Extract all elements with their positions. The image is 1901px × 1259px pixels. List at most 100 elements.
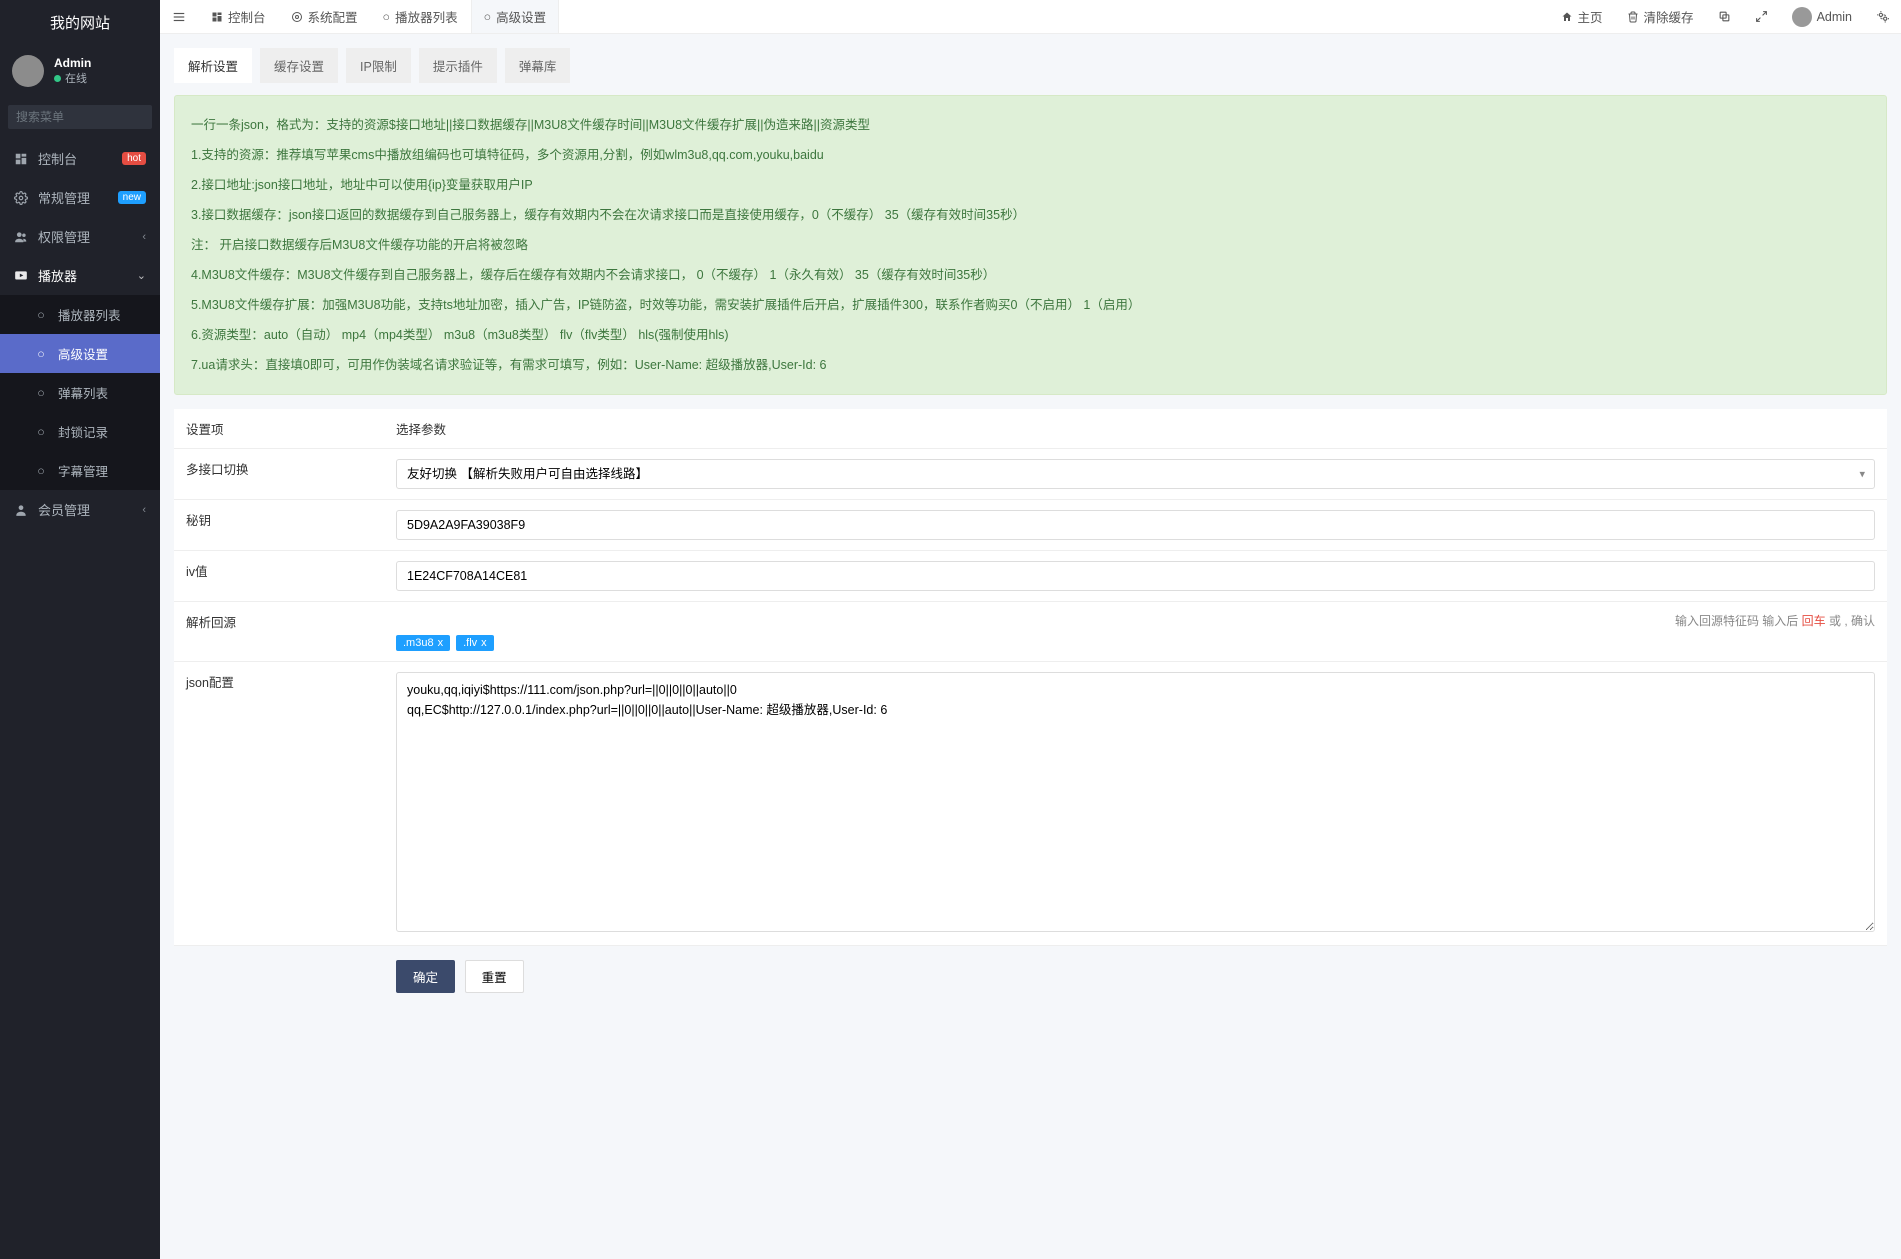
home-link[interactable]: 主页 [1549, 0, 1615, 33]
play-icon [14, 269, 28, 283]
tab-notice-plugin[interactable]: 提示插件 [419, 48, 497, 83]
info-line: 7.ua请求头：直接填0即可，可用作伪装域名请求验证等，有需求可填写，例如：Us… [191, 350, 1870, 380]
field-label: 解析回源 [174, 602, 384, 662]
info-line: 3.接口数据缓存：json接口返回的数据缓存到自己服务器上，缓存有效期内不会在次… [191, 200, 1870, 260]
sidebar-item-label: 封锁记录 [58, 422, 108, 441]
sidebar-item-player-list[interactable]: ○ 播放器列表 [0, 295, 160, 334]
chevron-left-icon: ‹ [142, 231, 146, 243]
sidebar-item-label: 播放器列表 [58, 305, 121, 324]
search-input[interactable] [16, 110, 171, 124]
content-tabs: 解析设置 缓存设置 IP限制 提示插件 弹幕库 [174, 48, 1887, 83]
tab-label: 高级设置 [496, 7, 546, 26]
chip-flv[interactable]: .flvx [456, 635, 494, 651]
field-label: iv值 [174, 551, 384, 602]
tab-player-list[interactable]: ○ 播放器列表 [371, 0, 471, 33]
sidebar-search[interactable] [8, 105, 152, 129]
circle-icon: ○ [34, 386, 48, 400]
home-icon [1561, 11, 1573, 23]
tab-system-config[interactable]: 系统配置 [279, 0, 371, 33]
cog-icon [14, 191, 28, 205]
sidebar-item-subtitle[interactable]: ○ 字幕管理 [0, 451, 160, 490]
badge-new: new [118, 191, 146, 204]
info-box: 一行一条json，格式为：支持的资源$接口地址||接口数据缓存||M3U8文件缓… [174, 95, 1887, 395]
form-actions: 确定 重置 [174, 946, 1887, 1007]
topbar: 控制台 系统配置 ○ 播放器列表 ○ 高级设置 主页 [160, 0, 1901, 34]
sidebar-item-danmu-list[interactable]: ○ 弹幕列表 [0, 373, 160, 412]
sidebar-status: 在线 [54, 70, 91, 86]
row-multi-api: 多接口切换 友好切换 【解析失败用户可自由选择线路】 [174, 449, 1887, 500]
fullscreen-button[interactable] [1743, 0, 1780, 33]
sidebar-user[interactable]: Admin 在线 [0, 45, 160, 97]
submit-button[interactable]: 确定 [396, 960, 455, 993]
toggle-sidebar-button[interactable] [160, 0, 199, 33]
tab-advanced-settings[interactable]: ○ 高级设置 [471, 0, 560, 33]
info-line: 6.资源类型：auto（自动） mp4（mp4类型） m3u8（m3u8类型） … [191, 320, 1870, 350]
sidebar-item-dashboard[interactable]: 控制台 hot [0, 139, 160, 178]
tab-parse-settings[interactable]: 解析设置 [174, 48, 252, 83]
reset-button[interactable]: 重置 [465, 960, 524, 993]
info-line: 2.接口地址:json接口地址，地址中可以使用{ip}变量获取用户IP [191, 170, 1870, 200]
chip-m3u8[interactable]: .m3u8x [396, 635, 450, 651]
cog-icon [291, 11, 303, 23]
user-menu-label: Admin [1817, 10, 1852, 24]
tab-dashboard[interactable]: 控制台 [199, 0, 279, 33]
tab-label: 控制台 [228, 7, 266, 26]
col-header-value: 选择参数 [384, 409, 1887, 449]
info-line: 一行一条json，格式为：支持的资源$接口地址||接口数据缓存||M3U8文件缓… [191, 110, 1870, 140]
info-line: 1.支持的资源：推荐填写苹果cms中播放组编码也可填特征码，多个资源用,分割，例… [191, 140, 1870, 170]
sidebar-item-permissions[interactable]: 权限管理 ‹ [0, 217, 160, 256]
sidebar-item-label: 控制台 [38, 149, 77, 168]
main-area: 控制台 系统配置 ○ 播放器列表 ○ 高级设置 主页 [160, 0, 1901, 1259]
origin-chips: .m3u8x .flvx [396, 635, 1875, 651]
sidebar: 我的网站 Admin 在线 控制台 hot 常规管理 new [0, 0, 160, 1259]
avatar [1792, 7, 1812, 27]
multi-api-select[interactable]: 友好切换 【解析失败用户可自由选择线路】 [396, 459, 1875, 489]
bars-icon [172, 10, 186, 24]
tab-cache-settings[interactable]: 缓存设置 [260, 48, 338, 83]
row-iv: iv值 [174, 551, 1887, 602]
info-line: 5.M3U8文件缓存扩展：加强M3U8功能，支持ts地址加密，插入广告，IP链防… [191, 290, 1870, 320]
copy-button[interactable] [1706, 0, 1743, 33]
sidebar-item-members[interactable]: 会员管理 ‹ [0, 490, 160, 529]
circle-icon: ○ [383, 10, 391, 24]
sidebar-item-label: 权限管理 [38, 227, 90, 246]
iv-input[interactable] [396, 561, 1875, 591]
sidebar-submenu-player: ○ 播放器列表 ○ 高级设置 ○ 弹幕列表 ○ 封锁记录 ○ 字幕管理 [0, 295, 160, 490]
sidebar-item-player[interactable]: 播放器 ⌄ [0, 256, 160, 295]
secret-input[interactable] [396, 510, 1875, 540]
circle-icon: ○ [34, 347, 48, 361]
settings-table: 设置项 选择参数 多接口切换 友好切换 【解析失败用户可自由选择线路】 [174, 409, 1887, 946]
dashboard-icon [211, 11, 223, 23]
row-origin: 解析回源 输入回源特征码 输入后 回车 或 , 确认 .m3u8x .flvx [174, 602, 1887, 662]
brand-title: 我的网站 [0, 0, 160, 45]
info-line: 4.M3U8文件缓存：M3U8文件缓存到自己服务器上，缓存后在缓存有效期内不会请… [191, 260, 1870, 290]
close-icon[interactable]: x [481, 637, 487, 649]
tab-danmu-db[interactable]: 弹幕库 [505, 48, 571, 83]
close-icon[interactable]: x [438, 637, 444, 649]
sidebar-username: Admin [54, 56, 91, 70]
page-content: 解析设置 缓存设置 IP限制 提示插件 弹幕库 一行一条json，格式为：支持的… [160, 34, 1901, 1021]
settings-button[interactable] [1864, 0, 1901, 33]
user-icon [14, 503, 28, 517]
sidebar-item-block-records[interactable]: ○ 封锁记录 [0, 412, 160, 451]
clear-cache-link[interactable]: 清除缓存 [1615, 0, 1706, 33]
tab-label: 系统配置 [308, 7, 358, 26]
circle-icon: ○ [484, 10, 492, 24]
field-label: 多接口切换 [174, 449, 384, 500]
tab-label: 播放器列表 [395, 7, 458, 26]
sidebar-item-label: 会员管理 [38, 500, 90, 519]
chevron-left-icon: ‹ [142, 504, 146, 516]
expand-icon [1755, 10, 1768, 23]
field-label: 秘钥 [174, 500, 384, 551]
trash-icon [1627, 11, 1639, 23]
gears-icon [1876, 10, 1889, 23]
users-icon [14, 230, 28, 244]
sidebar-item-label: 字幕管理 [58, 461, 108, 480]
sidebar-item-advanced-settings[interactable]: ○ 高级设置 [0, 334, 160, 373]
json-config-textarea[interactable] [396, 672, 1875, 932]
sidebar-item-general[interactable]: 常规管理 new [0, 178, 160, 217]
badge-hot: hot [122, 152, 146, 165]
col-header-setting: 设置项 [174, 409, 384, 449]
user-menu[interactable]: Admin [1780, 0, 1864, 33]
tab-ip-limit[interactable]: IP限制 [346, 48, 411, 83]
